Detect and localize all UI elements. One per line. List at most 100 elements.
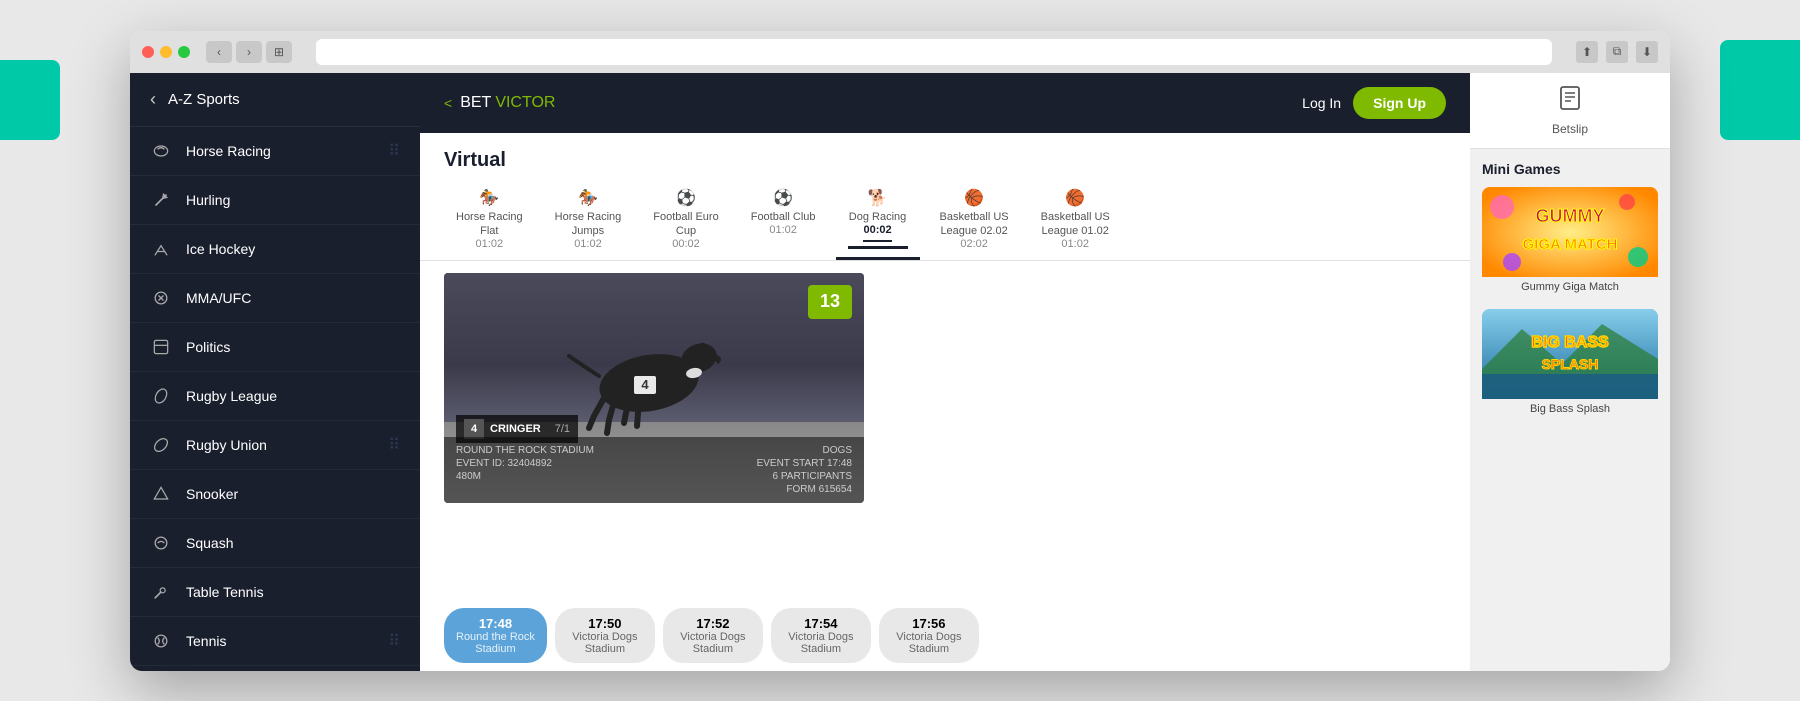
horse-racing-icon (150, 140, 172, 162)
sidebar-item-hurling[interactable]: Hurling (130, 176, 420, 225)
tab-basketball-us-league-2[interactable]: 🏀 Basketball USLeague 01.02 01:02 (1029, 180, 1122, 260)
sidebar-item-snooker[interactable]: Snooker (130, 470, 420, 519)
logo-bet-text: BET (460, 94, 491, 112)
football-club-tab-label: Football Club (751, 210, 816, 224)
video-number-badge: 13 (808, 285, 852, 319)
drag-handle-rugby-union: ⠿ (388, 435, 400, 455)
logo-victor-text: VICTOR (495, 94, 555, 112)
tab-football-club[interactable]: ⚽ Football Club 01:02 (739, 180, 828, 260)
sidebar-item-virtual-sports[interactable]: Virtual Sports (130, 666, 420, 669)
dog-racing-tab-time: 00:02 (863, 224, 891, 242)
tab-button[interactable]: ⊞ (266, 41, 292, 63)
race-slot-1752-venue: Victoria DogsStadium (675, 631, 751, 655)
download-button[interactable]: ⬇ (1636, 41, 1658, 63)
overlay-participants: 6 PARTICIPANTS (773, 471, 852, 482)
mini-game-card-bigbass[interactable]: BIG BASS SPLASH Big Bass Splash (1482, 309, 1658, 419)
video-and-schedule-row: 4 13 4 CRINGER 7/1 (420, 261, 1470, 600)
race-slot-1752[interactable]: 17:52 Victoria DogsStadium (663, 608, 763, 663)
back-nav-button[interactable]: ‹ (206, 41, 232, 63)
sidebar-item-squash[interactable]: Squash (130, 519, 420, 568)
tab-football-euro-cup[interactable]: ⚽ Football EuroCup 00:02 (641, 180, 730, 260)
maximize-button-traffic[interactable] (178, 46, 190, 58)
sidebar-item-label-snooker: Snooker (186, 486, 400, 502)
tab-horse-racing-jumps[interactable]: 🏇 Horse RacingJumps 01:02 (543, 180, 634, 260)
sidebar-item-ice-hockey[interactable]: Ice Hockey (130, 225, 420, 274)
close-button-traffic[interactable] (142, 46, 154, 58)
header-actions: Log In Sign Up (1302, 87, 1446, 119)
dog-silhouette-svg: 4 (549, 308, 749, 438)
greyhound-scene: 4 13 4 CRINGER 7/1 (444, 273, 864, 503)
basketball-us-league1-tab-label: Basketball USLeague 02.02 (940, 210, 1009, 239)
login-button[interactable]: Log In (1302, 95, 1341, 111)
race-slot-1750-time: 17:50 (567, 616, 643, 631)
sidebar-item-politics[interactable]: Politics (130, 323, 420, 372)
rugby-union-icon (150, 434, 172, 456)
address-bar[interactable] (316, 39, 1552, 65)
svg-text:GUMMY: GUMMY (1536, 206, 1605, 226)
race-slot-1752-time: 17:52 (675, 616, 751, 631)
tab-horse-racing-flat[interactable]: 🏇 Horse RacingFlat 01:02 (444, 180, 535, 260)
right-sidebar: Betslip Mini Games (1470, 73, 1670, 671)
hurling-icon (150, 189, 172, 211)
signup-button[interactable]: Sign Up (1353, 87, 1446, 119)
race-slot-1750[interactable]: 17:50 Victoria DogsStadium (555, 608, 655, 663)
sidebar-header: ‹ A-Z Sports (130, 73, 420, 127)
dog-racing-tab-label: Dog Racing (849, 210, 906, 224)
snooker-icon (150, 483, 172, 505)
overlay-dogs: DOGS (823, 445, 852, 456)
mini-game-card-gummy[interactable]: GUMMY GIGA MATCH Gummy Giga Match (1482, 187, 1658, 297)
sidebar-item-tennis[interactable]: Tennis ⠿ (130, 617, 420, 666)
race-slot-1748[interactable]: 17:48 Round the RockStadium (444, 608, 547, 663)
sidebar-item-rugby-league[interactable]: Rugby League (130, 372, 420, 421)
logo-back-arrow: < (444, 95, 452, 111)
main-content: < BET VICTOR Log In Sign Up Virtual 🏇 Ho… (420, 73, 1470, 671)
gummy-game-title: Gummy Giga Match (1482, 277, 1658, 297)
tab-basketball-us-league-1[interactable]: 🏀 Basketball USLeague 02.02 02:02 (928, 180, 1021, 260)
overlay-distance: 480M (456, 471, 481, 482)
sidebar-item-rugby-union[interactable]: Rugby Union ⠿ (130, 421, 420, 470)
race-slot-1748-venue: Round the RockStadium (456, 631, 535, 655)
betvictor-logo: < BET VICTOR (444, 94, 555, 112)
rugby-league-icon (150, 385, 172, 407)
horse-racing-jumps-tab-time: 01:02 (574, 238, 602, 250)
basketball-us-league1-tab-time: 02:02 (960, 238, 988, 250)
svg-text:BIG BASS: BIG BASS (1531, 334, 1609, 351)
sidebar-item-label-politics: Politics (186, 339, 400, 355)
browser-action-buttons: ⬆ ⧉ ⬇ (1576, 41, 1658, 63)
race-slot-1756-venue: Victoria DogsStadium (891, 631, 967, 655)
sidebar-item-label-rugby-union: Rugby Union (186, 437, 388, 453)
sidebar-item-label-hurling: Hurling (186, 192, 400, 208)
share-button[interactable]: ⬆ (1576, 41, 1598, 63)
sidebar-item-label-squash: Squash (186, 535, 400, 551)
svg-text:SPLASH: SPLASH (1542, 356, 1599, 372)
browser-nav-buttons: ‹ › ⊞ (206, 41, 292, 63)
sidebar-item-horse-racing[interactable]: Horse Racing ⠿ (130, 127, 420, 176)
sidebar-item-mma[interactable]: MMA/UFC (130, 274, 420, 323)
active-tab-underline (848, 246, 908, 249)
teal-decoration-left (0, 60, 60, 140)
browser-content: ‹ A-Z Sports Horse Racing ⠿ Hur (130, 73, 1670, 671)
squash-icon (150, 532, 172, 554)
betslip-label: Betslip (1552, 122, 1588, 136)
tab-dog-racing[interactable]: 🐕 Dog Racing 00:02 (836, 180, 920, 260)
minimize-button-traffic[interactable] (160, 46, 172, 58)
football-club-tab-time: 01:02 (769, 224, 797, 236)
politics-icon (150, 336, 172, 358)
race-slot-1750-venue: Victoria DogsStadium (567, 631, 643, 655)
left-sidebar: ‹ A-Z Sports Horse Racing ⠿ Hur (130, 73, 420, 671)
overlay-row-4: FORM 615654 (456, 484, 852, 495)
forward-nav-button[interactable]: › (236, 41, 262, 63)
horse-racing-flat-tab-icon: 🏇 (479, 188, 499, 208)
overlay-stadium: ROUND THE ROCK STADIUM (456, 445, 594, 456)
bigbass-game-title: Big Bass Splash (1482, 399, 1658, 419)
race-slot-1756[interactable]: 17:56 Victoria DogsStadium (879, 608, 979, 663)
svg-text:GIGA MATCH: GIGA MATCH (1523, 236, 1618, 253)
dog-num: 4 (464, 419, 484, 439)
sidebar-item-table-tennis[interactable]: Table Tennis (130, 568, 420, 617)
duplicate-button[interactable]: ⧉ (1606, 41, 1628, 63)
sidebar-back-button[interactable]: ‹ (150, 89, 156, 110)
horse-racing-jumps-tab-icon: 🏇 (578, 188, 598, 208)
betslip-icon (1557, 85, 1583, 118)
race-slot-1754[interactable]: 17:54 Victoria DogsStadium (771, 608, 871, 663)
virtual-title: Virtual (420, 133, 1470, 180)
